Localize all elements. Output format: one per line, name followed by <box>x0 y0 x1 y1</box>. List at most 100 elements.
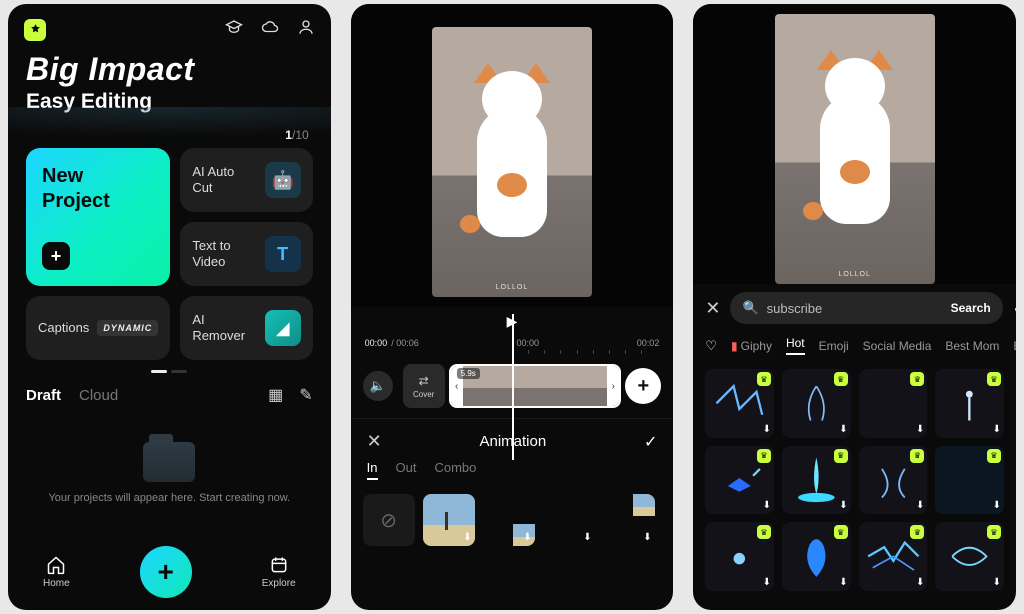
ai-auto-cut-tile[interactable]: AI Auto Cut 🤖 <box>180 148 312 212</box>
anim-preset[interactable]: ⬇ <box>663 494 674 546</box>
download-icon: ⬇ <box>993 577 1001 588</box>
home-icon <box>46 555 66 575</box>
preview-frame: LOLLOL <box>432 27 592 297</box>
search-input[interactable] <box>767 301 943 316</box>
sticker-item[interactable]: ♛⬇ <box>782 446 851 515</box>
animation-subnav: In Out Combo <box>351 460 674 488</box>
text-video-icon: T <box>265 236 301 272</box>
bottom-nav: Home + Explore <box>8 538 331 610</box>
empty-state: Your projects will appear here. Start cr… <box>8 407 331 538</box>
cover-button[interactable]: ⇄ Cover <box>403 364 445 408</box>
premium-icon: ♛ <box>834 525 848 539</box>
ai-remover-tile[interactable]: AI Remover ◢ <box>180 296 312 360</box>
download-icon: ⬇ <box>839 577 847 588</box>
anim-preset[interactable]: ⬇ <box>423 494 475 546</box>
sticker-item[interactable]: ♛⬇ <box>782 522 851 591</box>
search-icon: 🔍 <box>742 300 758 316</box>
category-eco[interactable]: Eco <box>1013 339 1016 353</box>
text-to-video-tile[interactable]: Text to Video T <box>180 222 312 286</box>
premium-icon: ♛ <box>834 449 848 463</box>
download-icon: ⬇ <box>523 532 531 543</box>
tab-draft[interactable]: Draft <box>26 387 61 404</box>
trim-handle-right[interactable]: › <box>607 366 619 406</box>
animation-presets: ⊘ ⬇ ⬇ ⬇ ⬇ ⬇ <box>351 488 674 558</box>
swap-icon: ⇄ <box>419 374 429 388</box>
project-tabs-row: Draft Cloud ▦ ✎ <box>8 379 331 407</box>
hero-counter: 1/10 <box>30 128 309 142</box>
edit-icon[interactable]: ✎ <box>299 385 312 405</box>
top-bar <box>8 4 331 47</box>
category-bestmom[interactable]: Best Mom <box>945 339 999 353</box>
close-search-button[interactable]: ✕ <box>705 298 720 319</box>
sticker-item[interactable]: ♛⬇ <box>705 369 774 438</box>
sticker-item[interactable]: ♛⬇ <box>859 446 928 515</box>
confirm-button[interactable]: ✓ <box>1013 298 1016 318</box>
subnav-out[interactable]: Out <box>396 460 417 480</box>
preview-frame: LOLLOL <box>775 14 935 284</box>
profile-icon[interactable] <box>297 18 315 41</box>
download-icon: ⬇ <box>583 532 591 543</box>
anim-preset[interactable]: ⬇ <box>603 494 655 546</box>
tab-cloud[interactable]: Cloud <box>79 387 118 404</box>
captions-tile[interactable]: Captions DYNAMIC <box>26 296 170 360</box>
sticker-item[interactable]: ♛⬇ <box>705 522 774 591</box>
robot-icon: 🤖 <box>265 162 301 198</box>
search-submit[interactable]: Search <box>951 301 991 315</box>
subnav-combo[interactable]: Combo <box>434 460 476 480</box>
sticker-item[interactable]: ♛⬇ <box>859 369 928 438</box>
premium-icon: ♛ <box>910 449 924 463</box>
hero-title: Big Impact <box>26 51 313 88</box>
grid-view-icon[interactable]: ▦ <box>268 385 283 405</box>
sticker-grid: ♛⬇ ♛⬇ ♛⬇ ♛⬇ ♛⬇ ♛⬇ ♛⬇ ♛⬇ <box>693 363 1016 603</box>
search-box[interactable]: 🔍 Search <box>730 292 1002 324</box>
explore-icon <box>269 555 289 575</box>
anim-preset[interactable]: ⬇ <box>543 494 595 546</box>
category-social[interactable]: Social Media <box>863 339 932 353</box>
hero: Big Impact Easy Editing 1/10 <box>8 47 331 148</box>
video-preview[interactable]: LOLLOL <box>351 4 674 307</box>
nav-create-fab[interactable]: + <box>140 546 192 598</box>
editor-animation-screen: LOLLOL ▶ 00:00/ 00:06 00:00 00:02 🔈 ⇄ Co… <box>351 4 674 610</box>
folder-icon <box>143 442 195 482</box>
download-icon: ⬇ <box>993 424 1001 435</box>
premium-icon: ♛ <box>987 525 1001 539</box>
academy-icon[interactable] <box>225 18 243 41</box>
plus-icon: + <box>42 242 70 270</box>
download-icon: ⬇ <box>763 424 771 435</box>
sticker-item[interactable]: ♛⬇ <box>705 446 774 515</box>
feature-pager <box>8 370 331 373</box>
download-icon: ⬇ <box>916 424 924 435</box>
nav-home[interactable]: Home <box>43 555 70 589</box>
subnav-in[interactable]: In <box>367 460 378 480</box>
sticker-item[interactable]: ♛⬇ <box>859 522 928 591</box>
mute-toggle[interactable]: 🔈 <box>363 371 393 401</box>
sticker-item[interactable]: ♛⬇ <box>935 522 1004 591</box>
cloud-icon[interactable] <box>261 18 279 41</box>
close-panel-button[interactable]: ✕ <box>367 431 382 452</box>
favorites-icon[interactable]: ♡ <box>705 338 717 354</box>
anim-none[interactable]: ⊘ <box>363 494 415 546</box>
eraser-icon: ◢ <box>265 310 301 346</box>
add-clip-button[interactable]: + <box>625 368 661 404</box>
clip-duration: 5.9s <box>457 368 480 379</box>
category-hot[interactable]: Hot <box>786 336 805 355</box>
premium-icon: ♛ <box>757 525 771 539</box>
app-logo-icon[interactable] <box>24 19 46 41</box>
sticker-item[interactable]: ♛⬇ <box>782 369 851 438</box>
playhead[interactable] <box>512 314 514 460</box>
nav-explore[interactable]: Explore <box>262 555 296 589</box>
anim-preset[interactable]: ⬇ <box>483 494 535 546</box>
feature-grid: New Project + AI Auto Cut 🤖 Text to Vide… <box>8 148 331 360</box>
category-emoji[interactable]: Emoji <box>819 339 849 353</box>
download-icon: ⬇ <box>763 500 771 511</box>
download-icon: ⬇ <box>763 577 771 588</box>
confirm-panel-button[interactable]: ✓ <box>644 432 657 452</box>
clip-strip[interactable]: ‹ › 5.9s <box>449 364 622 408</box>
video-preview[interactable]: LOLLOL <box>693 4 1016 284</box>
empty-text: Your projects will appear here. Start cr… <box>48 492 290 504</box>
premium-icon: ♛ <box>910 525 924 539</box>
new-project-tile[interactable]: New Project + <box>26 148 170 286</box>
category-giphy[interactable]: ▮Giphy <box>731 339 772 353</box>
sticker-item[interactable]: ♛⬇ <box>935 446 1004 515</box>
sticker-item[interactable]: ♛⬇ <box>935 369 1004 438</box>
